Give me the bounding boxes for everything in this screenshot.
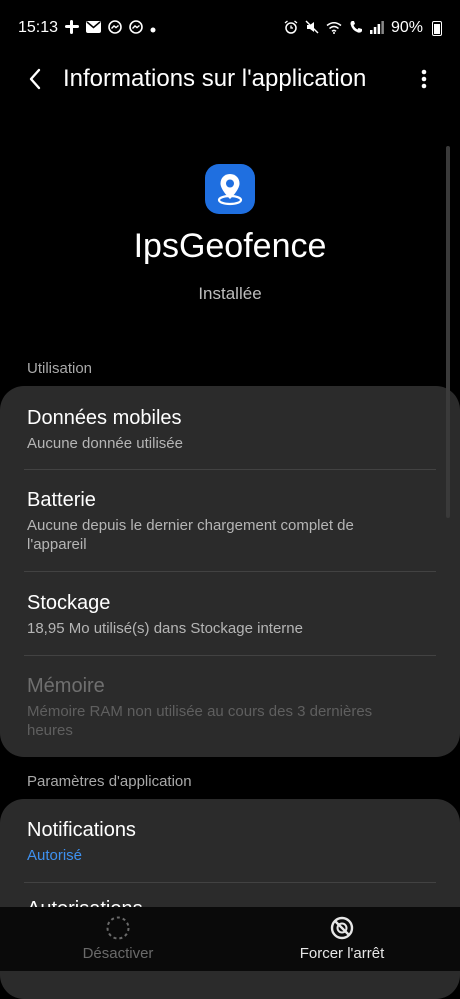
back-button[interactable]: [20, 64, 50, 94]
disable-label: Désactiver: [82, 945, 154, 962]
row-notifications[interactable]: Notifications Autorisé: [27, 817, 436, 865]
row-storage[interactable]: Stockage 18,95 Mo utilisé(s) dans Stocka…: [27, 590, 436, 638]
app-icon: [205, 164, 255, 214]
row-subtitle: Mémoire RAM non utilisée au cours des 3 …: [27, 702, 436, 740]
row-subtitle: Autorisé: [27, 847, 83, 864]
page-title: Informations sur l'application: [63, 65, 367, 92]
location-pin-icon: [217, 174, 243, 206]
section-header-usage: Utilisation: [27, 360, 93, 377]
more-vertical-icon: [421, 69, 427, 89]
mail-icon: [86, 21, 102, 35]
messenger-icon: [129, 20, 143, 36]
row-subtitle: Aucune depuis le dernier chargement comp…: [27, 516, 436, 554]
row-subtitle-line: l'appareil: [27, 536, 87, 553]
disable-icon: [106, 916, 130, 940]
force-stop-icon: [330, 916, 354, 940]
row-battery[interactable]: Batterie Aucune depuis le dernier charge…: [27, 487, 436, 554]
divider: [24, 469, 436, 470]
row-title: Batterie: [27, 489, 96, 511]
row-title: Stockage: [27, 592, 111, 614]
alarm-icon: [284, 20, 298, 36]
divider: [24, 571, 436, 572]
row-subtitle-line: Mémoire RAM non utilisée au cours des 3 …: [27, 703, 373, 720]
force-stop-button[interactable]: Forcer l'arrêt: [227, 907, 457, 971]
divider: [24, 655, 436, 656]
row-permissions-partial[interactable]: Autorisations: [27, 896, 143, 907]
wifi-icon: [326, 21, 342, 36]
disable-button[interactable]: Désactiver: [3, 907, 233, 971]
battery-percent: 90%: [390, 19, 423, 36]
app-bar: Informations sur l'application: [0, 56, 460, 102]
app-name: IpsGeofence: [133, 227, 327, 265]
signal-icon: [369, 20, 384, 36]
back-arrow-icon: [29, 68, 41, 90]
row-title: Mémoire: [27, 675, 105, 697]
status-bar-right: 90%: [284, 19, 442, 37]
row-memory: Mémoire Mémoire RAM non utilisée au cour…: [27, 673, 436, 740]
row-mobile-data[interactable]: Données mobiles Aucune donnée utilisée: [27, 405, 436, 453]
row-subtitle-line: Aucune depuis le dernier chargement comp…: [27, 517, 354, 534]
scrollbar[interactable]: [446, 146, 450, 518]
clock: 15:13: [18, 19, 59, 36]
section-header-app-settings: Paramètres d'application: [27, 773, 192, 790]
app-install-status: Installée: [198, 284, 262, 303]
dot-icon: [150, 21, 156, 35]
mute-icon: [305, 20, 319, 36]
row-subtitle: Aucune donnée utilisée: [27, 435, 183, 452]
row-subtitle: 18,95 Mo utilisé(s) dans Stockage intern…: [27, 620, 303, 637]
battery-icon: [432, 20, 442, 36]
force-stop-label: Forcer l'arrêt: [299, 945, 385, 962]
wifi-calling-icon: [349, 20, 363, 36]
messenger-icon: [108, 20, 122, 36]
row-subtitle-line: heures: [27, 722, 73, 739]
status-bar-left: 15:13: [18, 19, 156, 37]
row-title: Données mobiles: [27, 407, 182, 429]
row-title: Notifications: [27, 819, 136, 841]
slack-icon: [65, 20, 80, 36]
usage-card: Données mobiles Aucune donnée utilisée B…: [0, 386, 460, 757]
more-options-button[interactable]: [409, 64, 439, 94]
status-bar: 15:13 90%: [0, 0, 460, 56]
bottom-action-bar: Désactiver Forcer l'arrêt: [0, 907, 460, 971]
divider: [24, 882, 436, 883]
